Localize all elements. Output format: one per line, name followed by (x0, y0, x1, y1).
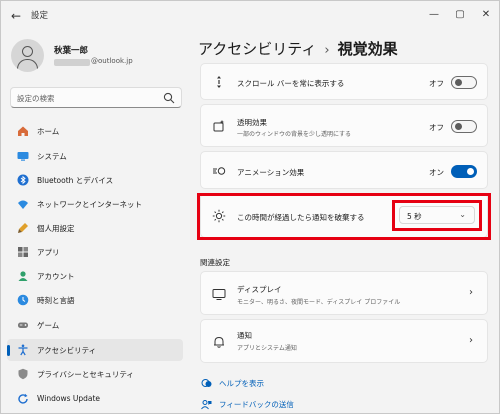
sidebar-item-label: アクセシビリティ (37, 346, 97, 355)
feedback-link-text: フィードバックの送信 (219, 400, 294, 409)
account-icon (18, 271, 28, 281)
sidebar-item-home[interactable]: ホーム (7, 120, 183, 142)
sidebar-item-label: Windows Update (37, 394, 101, 403)
brush-icon (18, 223, 28, 233)
sidebar-item-gaming[interactable]: ゲーム (7, 314, 183, 336)
sidebar-item-windows-update[interactable]: Windows Update (7, 388, 183, 410)
system-icon (17, 152, 29, 161)
sidebar-item-privacy[interactable]: プライバシーとセキュリティ (7, 363, 183, 385)
user-email: @outlook.jp (91, 57, 133, 65)
time-language-icon (17, 294, 29, 306)
setting-title: 通知 (237, 331, 252, 340)
setting-transparency: 透明効果 一部のウィンドウの背景を少し透明にする オフ (200, 104, 488, 147)
accessibility-icon (18, 344, 28, 356)
toggle-state-label: オン (429, 168, 444, 177)
apps-icon (18, 247, 28, 257)
sidebar-item-personalization[interactable]: 個人用設定 (7, 217, 183, 239)
maximize-button[interactable]: ▢ (449, 5, 471, 25)
setting-title: ディスプレイ (237, 285, 282, 294)
sidebar-item-label: 時刻と言語 (37, 296, 75, 305)
sidebar-item-label: Bluetooth とデバイス (37, 176, 114, 185)
animation-toggle[interactable] (451, 165, 477, 178)
title-bar: ← 設定 — ▢ ✕ (1, 1, 499, 31)
bell-icon (214, 336, 224, 348)
search-icon (163, 92, 175, 104)
breadcrumb: アクセシビリティ › 視覚効果 (198, 38, 398, 59)
chevron-right-icon: › (469, 287, 473, 298)
shield-icon (18, 368, 28, 380)
sidebar-item-bluetooth[interactable]: Bluetooth とデバイス (7, 169, 183, 191)
update-icon (18, 393, 28, 404)
bluetooth-icon (17, 174, 29, 186)
sidebar-item-apps[interactable]: アプリ (7, 241, 183, 263)
sidebar-item-label: システム (37, 152, 67, 161)
sidebar-item-label: アプリ (37, 248, 60, 257)
scrollbars-toggle[interactable] (451, 76, 477, 89)
scrollbar-icon (217, 76, 221, 88)
email-redaction (54, 59, 90, 66)
feedback-icon (201, 400, 212, 410)
close-button[interactable]: ✕ (475, 5, 497, 25)
sidebar-item-label: 個人用設定 (37, 224, 75, 233)
related-settings-heading: 関連設定 (200, 258, 230, 267)
sidebar-item-system[interactable]: システム (7, 145, 183, 167)
setting-title: アニメーション効果 (237, 168, 305, 177)
gaming-icon (18, 322, 28, 328)
setting-title: スクロール バーを常に表示する (237, 79, 345, 88)
transparency-toggle[interactable] (451, 120, 477, 133)
sidebar-item-network[interactable]: ネットワークとインターネット (7, 193, 183, 215)
sidebar-item-time-language[interactable]: 時刻と言語 (7, 289, 183, 311)
window-title: 設定 (31, 11, 49, 21)
settings-window: ← 設定 — ▢ ✕ 秋葉一郎 @outlook.jp 設定の検索 ホーム シス… (0, 0, 500, 414)
transparency-icon (213, 120, 225, 132)
avatar[interactable] (11, 39, 44, 72)
sidebar-item-accessibility[interactable]: アクセシビリティ (7, 339, 183, 361)
highlight-frame-dropdown (392, 200, 482, 231)
sidebar-item-accounts[interactable]: アカウント (7, 265, 183, 287)
setting-scrollbars: スクロール バーを常に表示する オフ (200, 63, 488, 100)
sidebar-item-label: アカウント (37, 272, 75, 281)
help-icon (201, 379, 212, 387)
sidebar-item-label: プライバシーとセキュリティ (37, 370, 134, 379)
sidebar-item-label: ゲーム (37, 321, 60, 330)
toggle-state-label: オフ (429, 123, 444, 132)
minimize-button[interactable]: — (423, 5, 445, 25)
chevron-right-icon: › (469, 335, 473, 346)
related-notifications[interactable]: 通知 アプリとシステム通知 › (200, 319, 488, 363)
help-link-text: ヘルプを表示 (219, 379, 264, 388)
sidebar-item-label: ネットワークとインターネット (37, 200, 142, 209)
search-input[interactable]: 設定の検索 (10, 87, 182, 108)
breadcrumb-parent[interactable]: アクセシビリティ (198, 40, 316, 58)
user-name: 秋葉一郎 (54, 46, 89, 56)
setting-subtitle: 一部のウィンドウの背景を少し透明にする (237, 131, 352, 138)
back-arrow-icon[interactable]: ← (7, 7, 25, 25)
sidebar-item-label: ホーム (37, 127, 60, 136)
setting-title: 透明効果 (237, 118, 267, 127)
display-icon (212, 289, 226, 300)
related-display[interactable]: ディスプレイ モニター、明るさ、夜間モード、ディスプレイ プロファイル › (200, 271, 488, 315)
setting-animation: アニメーション効果 オン (200, 151, 488, 189)
setting-subtitle: アプリとシステム通知 (237, 345, 297, 352)
animation-icon (213, 167, 226, 175)
toggle-state-label: オフ (429, 79, 444, 88)
home-icon (18, 126, 28, 136)
search-placeholder: 設定の検索 (17, 94, 55, 103)
setting-subtitle: モニター、明るさ、夜間モード、ディスプレイ プロファイル (237, 299, 401, 306)
active-indicator (7, 345, 10, 356)
breadcrumb-separator: › (324, 43, 330, 58)
wifi-icon (18, 200, 28, 209)
page-title: 視覚効果 (337, 40, 398, 58)
